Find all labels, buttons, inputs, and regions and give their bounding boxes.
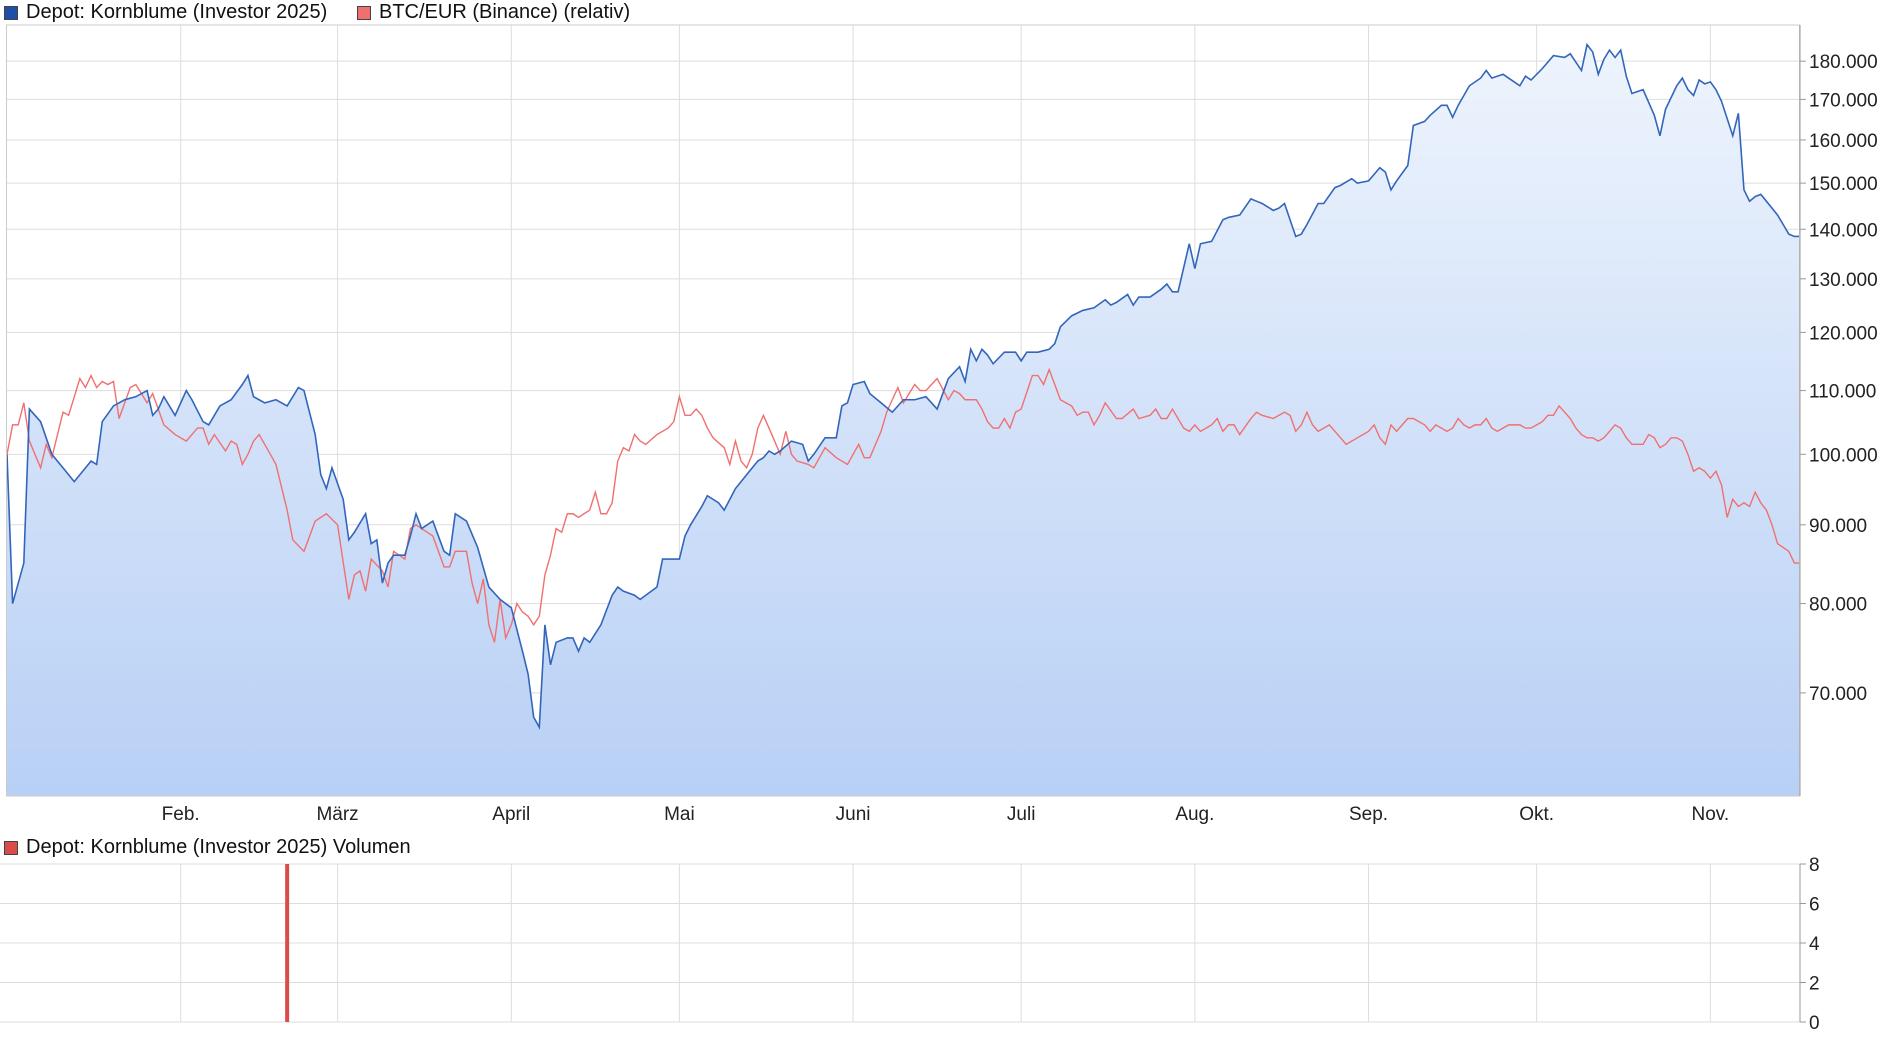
y-tick-label: 140.000 <box>1809 220 1878 241</box>
x-tick-label: Okt. <box>1519 804 1554 825</box>
y-tick-label: 180.000 <box>1809 52 1878 73</box>
volume-bars <box>285 864 290 1022</box>
x-tick-label: Juli <box>1007 804 1036 825</box>
x-axis-labels: Feb. März April Mai Juni Juli Aug. Sep. Okt. Nov. <box>162 804 1730 825</box>
volume-tick-label: 2 <box>1809 974 1820 995</box>
depot-area-fill <box>7 44 1800 796</box>
x-tick-label: Sep. <box>1349 804 1388 825</box>
y-tick-label: 170.000 <box>1809 90 1878 111</box>
volume-bar <box>285 864 290 1022</box>
volume-tick-label: 6 <box>1809 895 1820 916</box>
volume-tick-label: 4 <box>1809 934 1820 955</box>
y-tick-label: 130.000 <box>1809 270 1878 291</box>
y-tick-label: 100.000 <box>1809 445 1878 466</box>
y-tick-label: 120.000 <box>1809 323 1878 344</box>
volume-tick-label: 0 <box>1809 1013 1820 1034</box>
y-tick-label: 110.000 <box>1809 382 1876 403</box>
volume-grid <box>0 863 1806 1023</box>
y-axis-labels: 70.000 80.000 90.000 100.000 110.000 120.000 1… <box>1809 52 1878 705</box>
y-tick-label: 160.000 <box>1809 131 1878 152</box>
x-tick-label: Nov. <box>1692 804 1730 825</box>
y-tick-label: 150.000 <box>1809 174 1878 195</box>
chart-page: Depot: Kornblume (Investor 2025) BTC/EUR… <box>0 0 1880 1037</box>
volume-tick-label: 8 <box>1809 855 1820 876</box>
x-tick-label: März <box>316 804 358 825</box>
x-tick-label: Juni <box>836 804 871 825</box>
y-tick-label: 80.000 <box>1809 595 1867 616</box>
x-tick-label: Aug. <box>1175 804 1214 825</box>
x-tick-label: Mai <box>664 804 695 825</box>
x-tick-label: April <box>492 804 530 825</box>
x-tick-label: Feb. <box>162 804 200 825</box>
volume-axis-labels: 8 6 4 2 0 <box>1809 855 1820 1034</box>
y-tick-label: 70.000 <box>1809 684 1867 705</box>
price-chart: Feb. März April Mai Juni Juli Aug. Sep. Okt. Nov.… <box>0 24 1878 1034</box>
y-tick-label: 90.000 <box>1809 516 1867 537</box>
